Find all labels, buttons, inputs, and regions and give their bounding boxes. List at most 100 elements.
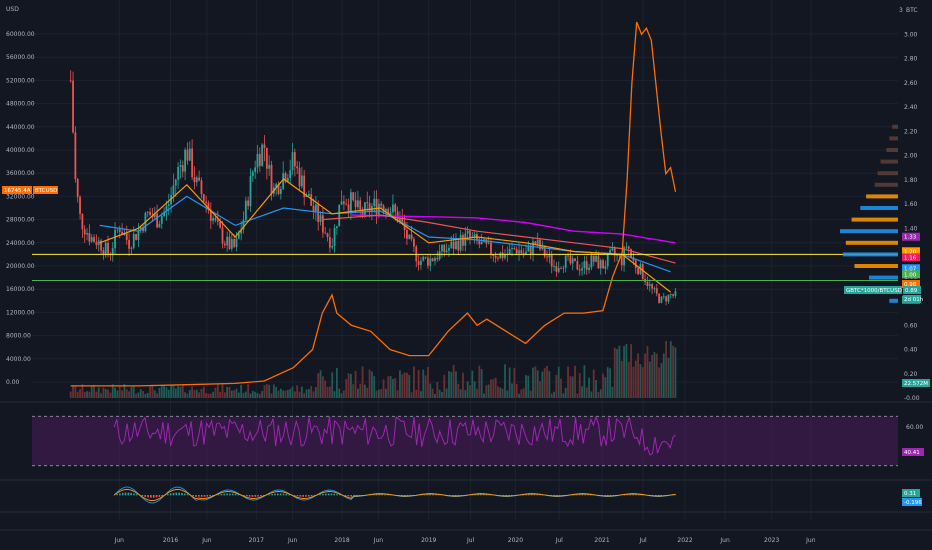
volume-bar [352, 384, 355, 398]
candle-body [648, 284, 651, 286]
candle-body [221, 227, 224, 244]
volume-bar [270, 393, 273, 398]
candle-body [90, 237, 93, 242]
volume-bar [658, 367, 661, 398]
macd-histogram-bar [536, 494, 539, 496]
volume-bar [258, 393, 261, 398]
candle-body [349, 192, 352, 211]
volume-bar [576, 393, 579, 398]
macd-histogram-bar [237, 494, 240, 496]
volume-bar [165, 387, 168, 398]
macd-histogram-bar [158, 495, 161, 497]
volume-bar [249, 393, 252, 398]
candle-body [590, 255, 593, 268]
macd-histogram-bar [181, 492, 183, 496]
volume-bar [307, 389, 310, 398]
candle-body [441, 244, 443, 252]
macd-histogram-bar [528, 494, 530, 496]
macd-histogram-bar [423, 494, 426, 496]
left-tick-label: 40000.00 [6, 147, 35, 154]
macd-histogram-bar [285, 494, 288, 496]
candle-body [658, 293, 661, 303]
volume-bar [268, 384, 271, 398]
volume-bar [97, 387, 100, 398]
macd-histogram-bar [121, 492, 124, 496]
chart-canvas[interactable]: USD 60000.00 56000.00 52000.00 48000.00 4400… [0, 0, 932, 550]
volume-bar [541, 371, 544, 398]
macd-histogram-bar [248, 495, 251, 497]
volume-bar [585, 387, 588, 398]
macd-histogram-bar [429, 494, 431, 496]
candle-body [669, 294, 672, 296]
volume-bar [487, 384, 490, 398]
volume-bar [564, 387, 567, 398]
volume-profile-bar [874, 182, 898, 187]
candle-body [200, 180, 203, 195]
volume-bar [588, 377, 590, 398]
x-tick-label: 2016 [163, 537, 178, 544]
macd-histogram-bar [587, 494, 589, 496]
macd-histogram-bar [350, 495, 352, 497]
volume-bar [483, 393, 485, 398]
candle-body [555, 266, 558, 272]
candle-body [630, 248, 632, 258]
volume-bar [188, 390, 191, 398]
volume-bar [328, 386, 331, 398]
macd-histogram-bar [632, 494, 634, 496]
candle-body [364, 202, 366, 216]
candle-body [79, 196, 81, 214]
candle-body [149, 211, 151, 216]
candle-body [312, 205, 315, 212]
volume-bar [347, 373, 350, 398]
volume-bar [672, 345, 675, 398]
volume-profile-bar [851, 217, 898, 222]
volume-bar [144, 393, 147, 398]
volume-bar [125, 389, 128, 398]
candle-body [438, 251, 441, 260]
volume-bar [380, 389, 383, 398]
volume-bar [637, 353, 639, 398]
volume-bar [139, 389, 142, 398]
right-tick-label: -0.00 [904, 395, 920, 402]
candle-body [457, 240, 460, 251]
x-tick-label: Jul [555, 537, 564, 544]
candle-body [459, 234, 462, 251]
volume-bar [431, 388, 434, 398]
candle-body [569, 255, 572, 264]
right-tick-label: 2.00 [904, 153, 918, 160]
volume-bar [651, 354, 654, 398]
volume-bar [303, 393, 306, 398]
volume-bar [532, 367, 534, 398]
volume-bar [506, 390, 509, 398]
volume-bar [648, 361, 651, 398]
macd-histogram-bar [485, 494, 488, 496]
candle-body [265, 147, 268, 169]
volume-bar [527, 375, 530, 398]
volume-bar [462, 372, 464, 398]
x-tick-label: Jun [287, 537, 298, 544]
macd-histogram-bar [195, 495, 197, 497]
candle-body [653, 288, 656, 290]
candle-body [672, 294, 675, 296]
volume-bar [639, 364, 642, 398]
candle-body [137, 230, 140, 240]
macd-histogram-bar [206, 495, 209, 497]
volume-bar [256, 393, 259, 398]
volume-bar [403, 372, 406, 398]
candle-body [655, 288, 658, 294]
volume-bar [569, 376, 572, 398]
candle-body [128, 239, 130, 249]
left-tick-label: 32000.00 [6, 193, 35, 200]
macd-histogram-bar [257, 495, 259, 497]
candle-body [427, 257, 429, 266]
volume-bar [261, 390, 264, 398]
volume-bar [156, 393, 158, 398]
candle-body [184, 149, 187, 172]
volume-bar [436, 381, 439, 398]
volume-bar [529, 390, 532, 398]
candle-body [513, 248, 516, 250]
candle-body [616, 255, 618, 256]
candle-body [254, 167, 257, 172]
left-tick-label: 8000.00 [6, 333, 31, 340]
volume-bar [515, 384, 518, 398]
